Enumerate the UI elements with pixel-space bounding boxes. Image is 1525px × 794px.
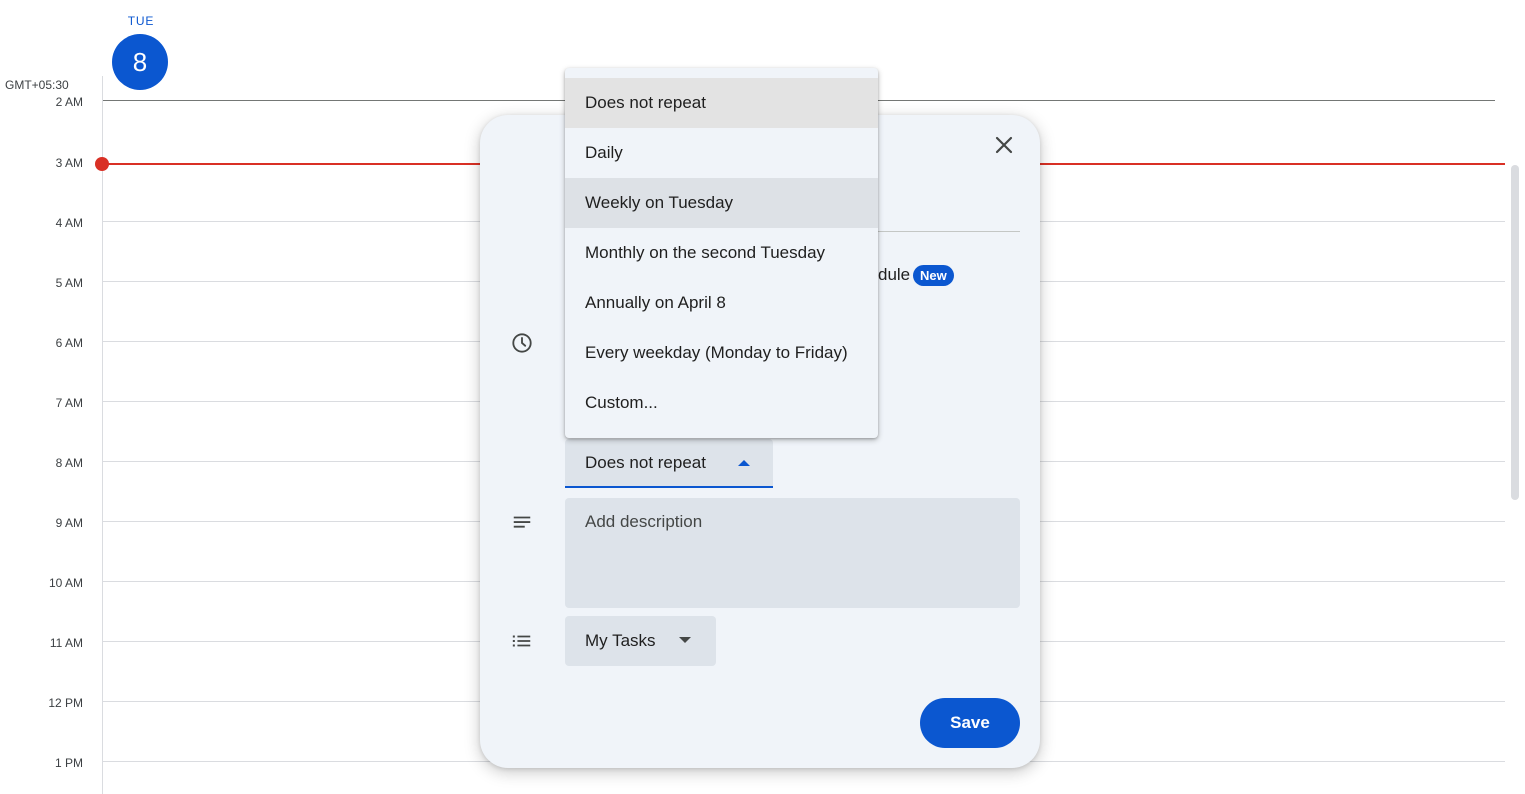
task-list-label: My Tasks — [585, 631, 656, 651]
hour-label: 5 AM — [0, 276, 83, 290]
task-list-dropdown[interactable]: My Tasks — [565, 616, 716, 666]
hour-label: 9 AM — [0, 516, 83, 530]
repeat-menu: Does not repeat Daily Weekly on Tuesday … — [565, 68, 878, 438]
hour-label: 8 AM — [0, 456, 83, 470]
title-underline — [878, 231, 1020, 232]
hour-label: 4 AM — [0, 216, 83, 230]
new-badge: New — [913, 265, 954, 286]
schedule-tab-label[interactable]: dule — [878, 265, 910, 285]
description-field[interactable]: Add description — [565, 498, 1020, 608]
repeat-option-does-not-repeat[interactable]: Does not repeat — [565, 78, 878, 128]
timezone-label: GMT+05:30 — [5, 78, 69, 92]
current-time-dot — [95, 157, 109, 171]
day-number[interactable]: 8 — [112, 34, 168, 90]
clock-icon — [510, 331, 534, 355]
grid-divider — [102, 100, 103, 794]
repeat-dropdown-label: Does not repeat — [585, 453, 706, 473]
hour-label: 12 PM — [0, 696, 83, 710]
close-button[interactable] — [990, 131, 1018, 159]
header-divider — [102, 76, 103, 100]
repeat-option-weekdays[interactable]: Every weekday (Monday to Friday) — [565, 328, 878, 378]
scrollbar-thumb[interactable] — [1511, 165, 1519, 500]
save-button[interactable]: Save — [920, 698, 1020, 748]
repeat-option-monthly[interactable]: Monthly on the second Tuesday — [565, 228, 878, 278]
list-icon — [510, 629, 534, 653]
close-icon — [994, 135, 1014, 155]
hour-label: 6 AM — [0, 336, 83, 350]
hour-label: 10 AM — [0, 576, 83, 590]
hour-label: 3 AM — [0, 156, 83, 170]
repeat-option-annually[interactable]: Annually on April 8 — [565, 278, 878, 328]
repeat-dropdown[interactable]: Does not repeat — [565, 439, 773, 488]
day-name: TUE — [112, 14, 170, 28]
day-header: TUE 8 — [112, 14, 170, 90]
description-icon — [510, 511, 534, 535]
repeat-option-custom[interactable]: Custom... — [565, 378, 878, 428]
hour-label: 7 AM — [0, 396, 83, 410]
repeat-option-weekly[interactable]: Weekly on Tuesday — [565, 178, 878, 228]
hour-label: 2 AM — [0, 95, 83, 109]
hour-label: 1 PM — [0, 756, 83, 770]
caret-down-icon — [678, 636, 692, 644]
caret-up-icon — [737, 459, 751, 467]
repeat-option-daily[interactable]: Daily — [565, 128, 878, 178]
description-placeholder: Add description — [585, 512, 702, 532]
hour-label: 11 AM — [0, 636, 83, 650]
